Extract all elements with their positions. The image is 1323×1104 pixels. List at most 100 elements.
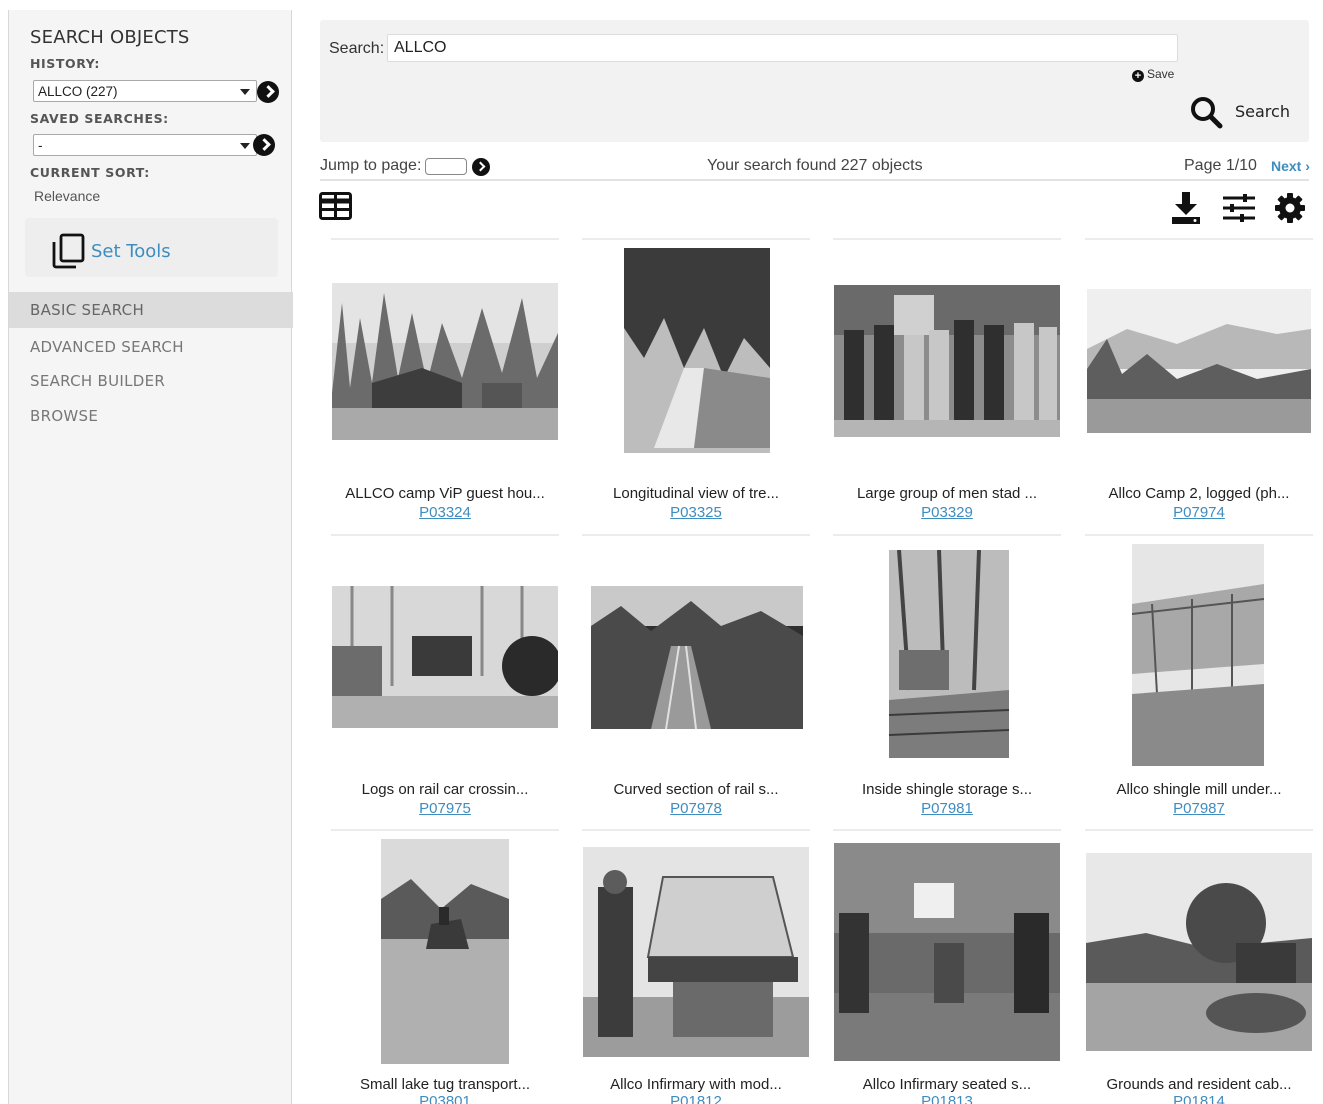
result-count: Your search found 227 objects	[707, 157, 923, 174]
result-title: Curved section of rail s...	[613, 781, 779, 798]
divider	[582, 534, 810, 536]
photo-rail-crossing	[332, 586, 558, 728]
divider	[331, 829, 559, 831]
result-card[interactable]: Allco Camp 2, logged (ph... P07974	[1085, 238, 1313, 533]
saved-searches-select[interactable]: -	[33, 134, 257, 156]
result-card[interactable]: Inside shingle storage s... P07981	[833, 534, 1061, 829]
nav-advanced-search[interactable]: ADVANCED SEARCH	[9, 329, 293, 365]
nav-basic-search[interactable]: BASIC SEARCH	[9, 292, 293, 328]
thumbnail-image[interactable]	[381, 839, 509, 1064]
result-id-link[interactable]: P07987	[1085, 800, 1313, 817]
result-title: Large group of men stad ...	[856, 485, 1038, 502]
thumbnail-image[interactable]	[583, 847, 809, 1057]
result-card[interactable]: ALLCO camp ViP guest hou... P03324	[331, 238, 559, 533]
thumbnail-image[interactable]	[1087, 289, 1311, 433]
result-id-link[interactable]: P01814	[1085, 1093, 1313, 1104]
thumbnail-image[interactable]	[1132, 544, 1264, 766]
result-title: Small lake tug transport...	[359, 1076, 531, 1093]
sliders-icon[interactable]	[1222, 193, 1256, 223]
saved-searches-label: SAVED SEARCHES:	[30, 111, 169, 126]
save-search-link[interactable]: + Save	[1132, 67, 1174, 82]
divider	[833, 534, 1061, 536]
thumbnail-image[interactable]	[889, 550, 1009, 758]
result-id-link[interactable]: P01813	[833, 1093, 1061, 1104]
sidebar-title: SEARCH OBJECTS	[30, 27, 190, 48]
result-id-link[interactable]: P01812	[582, 1093, 810, 1104]
result-id-link[interactable]: P03801	[331, 1093, 559, 1104]
jump-to-page-input[interactable]	[425, 158, 467, 175]
set-tools-button[interactable]: Set Tools	[25, 218, 278, 277]
divider	[1085, 534, 1313, 536]
app-root: SEARCH OBJECTS HISTORY: ALLCO (227) SAVE…	[0, 0, 1323, 1104]
save-search-label: Save	[1147, 67, 1175, 81]
thumbnail-image[interactable]	[624, 248, 770, 470]
photo-trestle	[624, 248, 770, 470]
search-button[interactable]: Search	[1188, 94, 1300, 130]
result-id-link[interactable]: P07978	[582, 800, 810, 817]
history-label: HISTORY:	[30, 56, 100, 71]
divider	[320, 179, 1309, 181]
sidebar: SEARCH OBJECTS HISTORY: ALLCO (227) SAVE…	[8, 10, 293, 1104]
jump-go-button[interactable]	[472, 158, 490, 176]
saved-searches-value: -	[38, 138, 43, 153]
result-card[interactable]: Allco Infirmary seated s... P01813	[833, 829, 1061, 1104]
result-id-link[interactable]: P03324	[331, 504, 559, 521]
thumbnail-image[interactable]	[1086, 853, 1312, 1051]
divider	[331, 534, 559, 536]
thumbnail-image[interactable]	[332, 283, 558, 440]
photo-camp-house	[332, 283, 558, 440]
photo-grounds-cabin	[1086, 853, 1312, 1051]
nav-search-builder[interactable]: SEARCH BUILDER	[9, 363, 293, 399]
result-id-link[interactable]: P03329	[833, 504, 1061, 521]
search-panel: Search: +Save Search	[320, 20, 1309, 142]
history-select-value: ALLCO (227)	[38, 84, 118, 99]
divider	[833, 238, 1061, 240]
thumbnail-image[interactable]	[834, 843, 1060, 1061]
result-card[interactable]: Grounds and resident cab... P01814	[1085, 829, 1313, 1104]
result-title: Inside shingle storage s...	[861, 781, 1033, 798]
divider	[833, 829, 1061, 831]
result-card[interactable]: Allco shingle mill under... P07987	[1085, 534, 1313, 829]
result-id-link[interactable]: P03325	[582, 504, 810, 521]
result-id-link[interactable]: P07975	[331, 800, 559, 817]
grid-view-icon[interactable]	[319, 192, 352, 220]
download-icon[interactable]	[1170, 191, 1202, 225]
next-page-link[interactable]: Next ›	[1271, 158, 1310, 174]
saved-searches-go-button[interactable]	[253, 134, 275, 156]
history-select[interactable]: ALLCO (227)	[33, 80, 257, 102]
result-card[interactable]: Curved section of rail s... P07978	[582, 534, 810, 829]
result-card[interactable]: Allco Infirmary with mod... P01812	[582, 829, 810, 1104]
chevron-down-icon	[240, 89, 250, 95]
thumbnail-image[interactable]	[332, 586, 558, 728]
search-icon	[1191, 97, 1223, 129]
result-card[interactable]: Logs on rail car crossin... P07975	[331, 534, 559, 829]
result-title: Longitudinal view of tre...	[613, 485, 779, 502]
current-sort-label: CURRENT SORT:	[30, 165, 150, 180]
plus-icon: +	[1132, 70, 1144, 82]
thumbnail-image[interactable]	[591, 586, 803, 729]
result-card[interactable]: Longitudinal view of tre... P03325	[582, 238, 810, 533]
page-indicator: Page 1/10	[1184, 157, 1257, 174]
result-title: Allco Camp 2, logged (ph...	[1108, 485, 1290, 502]
search-input[interactable]	[387, 34, 1178, 62]
thumbnail-image[interactable]	[834, 285, 1060, 437]
search-button-label: Search	[1235, 102, 1290, 121]
result-id-link[interactable]: P07974	[1085, 504, 1313, 521]
result-card[interactable]: Large group of men stad ... P03329	[833, 238, 1061, 533]
result-title: Allco Infirmary seated s...	[862, 1076, 1032, 1093]
photo-group-of-men	[834, 285, 1060, 437]
set-tools-label: Set Tools	[91, 241, 171, 262]
photo-lake-tug	[381, 839, 509, 1064]
history-go-button[interactable]	[257, 81, 279, 103]
result-title: Allco shingle mill under...	[1116, 781, 1282, 798]
photo-shingle-mill	[1132, 544, 1264, 766]
gear-icon[interactable]	[1274, 192, 1306, 224]
result-title: Grounds and resident cab...	[1106, 1076, 1292, 1093]
result-id-link[interactable]: P07981	[833, 800, 1061, 817]
nav-browse[interactable]: BROWSE	[9, 398, 293, 434]
divider	[1085, 238, 1313, 240]
search-label: Search:	[329, 40, 385, 57]
photo-curved-rail	[591, 586, 803, 729]
result-card[interactable]: Small lake tug transport... P03801	[331, 829, 559, 1104]
divider	[1085, 829, 1313, 831]
